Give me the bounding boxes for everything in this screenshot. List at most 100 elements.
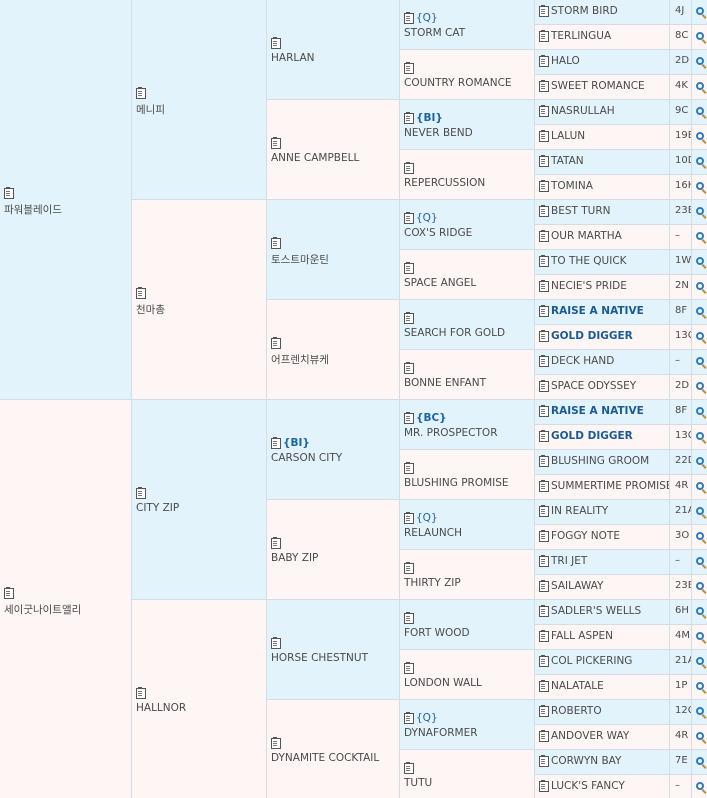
horse-name-link[interactable]: FORT WOOD — [404, 627, 470, 639]
magnifier-icon[interactable] — [696, 257, 704, 265]
clipboard-icon[interactable] — [404, 412, 414, 424]
horse-name-link[interactable]: SUMMERTIME PROMISE — [551, 480, 669, 492]
clipboard-icon[interactable] — [136, 287, 146, 299]
horse-name-link[interactable]: FOGGY NOTE — [551, 530, 620, 542]
horse-name-link[interactable]: BLUSHING GROOM — [551, 455, 649, 467]
horse-name-link[interactable]: HORSE CHESTNUT — [271, 652, 368, 664]
clipboard-icon[interactable] — [404, 612, 414, 624]
clipboard-icon[interactable] — [271, 537, 281, 549]
clipboard-icon[interactable] — [404, 62, 414, 74]
magnifier-icon[interactable] — [696, 82, 704, 90]
clipboard-icon[interactable] — [404, 12, 414, 24]
clipboard-icon[interactable] — [539, 230, 549, 242]
clipboard-icon[interactable] — [539, 30, 549, 42]
horse-name-link[interactable]: SPACE ANGEL — [404, 277, 476, 289]
clipboard-icon[interactable] — [271, 37, 281, 49]
clipboard-icon[interactable] — [404, 312, 414, 324]
magnifier-icon[interactable] — [696, 232, 704, 240]
clipboard-icon[interactable] — [539, 255, 549, 267]
clipboard-icon[interactable] — [539, 105, 549, 117]
clipboard-icon[interactable] — [539, 80, 549, 92]
horse-name-link[interactable]: FALL ASPEN — [551, 630, 613, 642]
magnifier-icon[interactable] — [696, 682, 704, 690]
horse-name-link[interactable]: SADLER'S WELLS — [551, 605, 641, 617]
magnifier-icon[interactable] — [696, 432, 704, 440]
horse-name-link[interactable]: TOMINA — [551, 180, 593, 192]
magnifier-icon[interactable] — [696, 332, 704, 340]
clipboard-icon[interactable] — [539, 455, 549, 467]
horse-name-link[interactable]: NALATALE — [551, 680, 604, 692]
horse-name-link[interactable]: HARLAN — [271, 52, 315, 64]
clipboard-icon[interactable] — [404, 762, 414, 774]
horse-name-link[interactable]: BONNE ENFANT — [404, 377, 486, 389]
clipboard-icon[interactable] — [539, 680, 549, 692]
clipboard-icon[interactable] — [539, 180, 549, 192]
clipboard-icon[interactable] — [271, 437, 281, 449]
horse-name-link[interactable]: 천마총 — [136, 302, 165, 317]
clipboard-icon[interactable] — [404, 712, 414, 724]
horse-name-link[interactable]: COX'S RIDGE — [404, 227, 472, 239]
magnifier-icon[interactable] — [696, 182, 704, 190]
clipboard-icon[interactable] — [539, 405, 549, 417]
clipboard-icon[interactable] — [539, 280, 549, 292]
magnifier-icon[interactable] — [696, 457, 704, 465]
horse-name-link[interactable]: BLUSHING PROMISE — [404, 477, 509, 489]
magnifier-icon[interactable] — [696, 357, 704, 365]
magnifier-icon[interactable] — [696, 107, 704, 115]
clipboard-icon[interactable] — [271, 137, 281, 149]
clipboard-icon[interactable] — [539, 205, 549, 217]
magnifier-icon[interactable] — [696, 732, 704, 740]
clipboard-icon[interactable] — [404, 462, 414, 474]
horse-name-link[interactable]: TUTU — [404, 777, 432, 789]
horse-name-link[interactable]: LONDON WALL — [404, 677, 482, 689]
magnifier-icon[interactable] — [696, 632, 704, 640]
horse-name-link[interactable]: DYNAFORMER — [404, 727, 478, 739]
clipboard-icon[interactable] — [539, 655, 549, 667]
horse-name-link[interactable]: RAISE A NATIVE — [551, 305, 644, 317]
magnifier-icon[interactable] — [696, 7, 704, 15]
clipboard-icon[interactable] — [404, 162, 414, 174]
magnifier-icon[interactable] — [696, 157, 704, 165]
magnifier-icon[interactable] — [696, 407, 704, 415]
horse-name-link[interactable]: BABY ZIP — [271, 552, 318, 564]
clipboard-icon[interactable] — [271, 637, 281, 649]
clipboard-icon[interactable] — [271, 237, 281, 249]
clipboard-icon[interactable] — [404, 512, 414, 524]
clipboard-icon[interactable] — [136, 87, 146, 99]
clipboard-icon[interactable] — [539, 330, 549, 342]
clipboard-icon[interactable] — [539, 630, 549, 642]
horse-name-link[interactable]: TO THE QUICK — [551, 255, 627, 267]
horse-name-link[interactable]: ANNE CAMPBELL — [271, 152, 359, 164]
magnifier-icon[interactable] — [696, 507, 704, 515]
magnifier-icon[interactable] — [696, 557, 704, 565]
horse-name-link[interactable]: TATAN — [551, 155, 584, 167]
magnifier-icon[interactable] — [696, 132, 704, 140]
clipboard-icon[interactable] — [136, 487, 146, 499]
horse-name-link[interactable]: SPACE ODYSSEY — [551, 380, 636, 392]
clipboard-icon[interactable] — [539, 780, 549, 792]
clipboard-icon[interactable] — [539, 505, 549, 517]
clipboard-icon[interactable] — [404, 262, 414, 274]
clipboard-icon[interactable] — [4, 187, 14, 199]
horse-name-link[interactable]: IN REALITY — [551, 505, 608, 517]
horse-name-link[interactable]: REPERCUSSION — [404, 177, 485, 189]
horse-name-link[interactable]: STORM BIRD — [551, 5, 618, 17]
clipboard-icon[interactable] — [404, 212, 414, 224]
horse-name-link[interactable]: TERLINGUA — [551, 30, 611, 42]
horse-name-link[interactable]: SWEET ROMANCE — [551, 80, 645, 92]
clipboard-icon[interactable] — [404, 362, 414, 374]
horse-name-link[interactable]: CARSON CITY — [271, 452, 342, 464]
magnifier-icon[interactable] — [696, 707, 704, 715]
horse-name-link[interactable]: DECK HAND — [551, 355, 614, 367]
horse-name-link[interactable]: BEST TURN — [551, 205, 611, 217]
magnifier-icon[interactable] — [696, 32, 704, 40]
horse-name-link[interactable]: RELAUNCH — [404, 527, 462, 539]
clipboard-icon[interactable] — [539, 380, 549, 392]
horse-name-link[interactable]: LUCK'S FANCY — [551, 780, 625, 792]
horse-name-link[interactable]: CORWYN BAY — [551, 755, 621, 767]
clipboard-icon[interactable] — [539, 430, 549, 442]
clipboard-icon[interactable] — [404, 112, 414, 124]
horse-name-link[interactable]: SAILAWAY — [551, 580, 603, 592]
clipboard-icon[interactable] — [539, 605, 549, 617]
horse-name-link[interactable]: STORM CAT — [404, 27, 465, 39]
